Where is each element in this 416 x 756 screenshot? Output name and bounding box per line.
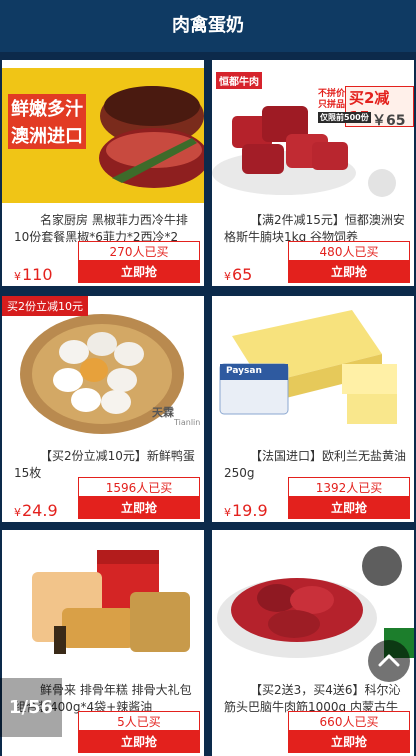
product-price: ¥24.9	[14, 501, 58, 520]
product-card[interactable]: 恒都牛肉 不拼价格 只拼品质 买2减15 仅限前500份 ￥65 【满2件减15…	[212, 60, 414, 286]
sold-count: 1392人已买	[288, 477, 410, 497]
product-image[interactable]	[2, 538, 204, 673]
currency-symbol: ¥	[224, 506, 231, 519]
product-price: ¥110	[14, 265, 53, 284]
currency-symbol: ¥	[14, 506, 21, 519]
sold-count: 480人已买	[288, 241, 410, 261]
product-card[interactable]: 鲜嫩多汁 澳洲进口 名家厨房 黑椒菲力西冷牛排10份套餐黑椒*6菲力*2西冷*2…	[2, 60, 204, 286]
buy-now-button[interactable]: 立即抢	[78, 497, 200, 519]
buy-now-button[interactable]: 立即抢	[78, 731, 200, 753]
page-title: 肉禽蛋奶	[0, 0, 416, 52]
chevron-up-icon	[378, 654, 400, 667]
buy-now-button[interactable]: 立即抢	[288, 497, 410, 519]
sold-count: 1596人已买	[78, 477, 200, 497]
currency-symbol: ¥	[14, 270, 21, 283]
product-image[interactable]: 天霖 Tianlin	[2, 304, 204, 439]
promo-price: ￥65	[372, 113, 406, 129]
sold-count: 5人已买	[78, 711, 200, 731]
buy-now-button[interactable]: 立即抢	[78, 261, 200, 283]
buy-now-button[interactable]: 立即抢	[288, 261, 410, 283]
brand-logo: 天霖	[152, 406, 174, 419]
product-price: ¥65	[224, 265, 252, 284]
product-image[interactable]: 恒都牛肉 不拼价格 只拼品质 买2减15 仅限前500份 ￥65	[212, 68, 414, 203]
promo-corner-tag: 买2份立减10元	[2, 296, 88, 316]
sold-count: 270人已买	[78, 241, 200, 261]
brand-logo: Paysan	[226, 366, 262, 376]
buy-now-button[interactable]: 立即抢	[288, 731, 410, 753]
price-value: 19.9	[232, 501, 268, 520]
product-card[interactable]: 天霖 Tianlin 买2份立减10元 【买2份立减10元】新鲜鸭蛋 15枚 ¥…	[2, 296, 204, 522]
image-slogan: 澳洲进口	[8, 121, 86, 149]
back-to-top-button[interactable]	[368, 640, 410, 682]
currency-symbol: ¥	[224, 270, 231, 283]
brand-logo: 恒都牛肉	[216, 72, 262, 89]
product-price: ¥19.9	[224, 501, 268, 520]
brand-logo: Tianlin	[174, 418, 201, 427]
product-image[interactable]: 鲜嫩多汁 澳洲进口	[2, 68, 204, 203]
price-value: 24.9	[22, 501, 58, 520]
page-indicator[interactable]: 1/56	[0, 678, 62, 737]
image-slogan: 鲜嫩多汁	[8, 94, 86, 122]
sold-count: 660人已买	[288, 711, 410, 731]
price-value: 110	[22, 265, 53, 284]
promo-limit: 仅限前500份	[318, 112, 371, 123]
product-image[interactable]: Paysan	[212, 304, 414, 439]
product-card[interactable]: Paysan 【法国进口】欧利兰无盐黄油250g ¥19.9 1392人已买 立…	[212, 296, 414, 522]
price-value: 65	[232, 265, 253, 284]
